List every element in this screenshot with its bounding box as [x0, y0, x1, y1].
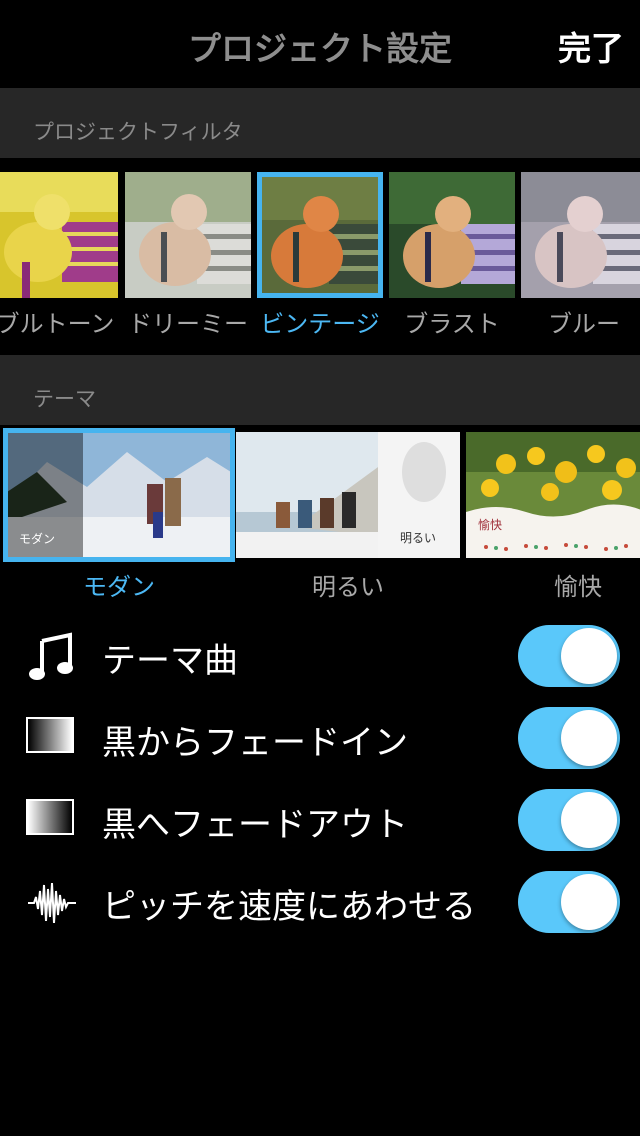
theme-label-modern: モダン: [83, 573, 155, 601]
toggle-knob: [561, 874, 617, 930]
music-note-icon: [26, 631, 78, 683]
pitch-speed-toggle[interactable]: [518, 871, 620, 933]
toggle-knob: [561, 710, 617, 766]
fade-in-toggle[interactable]: [518, 707, 620, 769]
done-button[interactable]: 完了: [558, 22, 624, 70]
toggle-knob: [561, 628, 617, 684]
setting-row-fade-in[interactable]: 黒からフェードイン: [0, 697, 640, 779]
theme-label-bright: 明るい: [312, 573, 384, 601]
setting-label-fade-out: 黒へフェードアウト: [102, 805, 408, 845]
theme-bright[interactable]: 明るい: [236, 432, 460, 558]
filter-label-blast: ブラスト: [404, 310, 500, 338]
playful-theme-thumbnail: [466, 432, 640, 558]
fade-out-toggle[interactable]: [518, 789, 620, 851]
theme-section-title: テーマ: [33, 387, 96, 411]
setting-label-pitch-speed: ピッチを速度にあわせる: [102, 887, 476, 927]
filter-carousel[interactable]: ブルトーン ドリーミー ビンテージ ブラスト ブルー: [0, 158, 640, 355]
blast-dog-thumbnail: [389, 172, 515, 298]
setting-row-pitch-speed[interactable]: ピッチを速度にあわせる: [0, 861, 640, 943]
filter-label-vintage: ビンテージ: [260, 310, 380, 338]
waveform-icon: [26, 877, 78, 929]
theme-badge-modern: モダン: [19, 532, 56, 546]
theme-playful[interactable]: 愉快: [466, 432, 640, 558]
filter-blast[interactable]: [389, 172, 515, 298]
page-title: プロジェクト設定: [188, 29, 452, 68]
filter-vintage[interactable]: [257, 172, 383, 298]
filter-section-header: プロジェクトフィルタ: [0, 88, 640, 158]
theme-carousel[interactable]: モダン モダン 明るい 明るい 愉快 愉快: [0, 425, 640, 610]
vintage-dog-thumbnail: [257, 172, 383, 298]
dreamy-dog-thumbnail: [125, 172, 251, 298]
theme-section-header: テーマ: [0, 355, 640, 425]
duotone-dog-thumbnail: [0, 172, 118, 298]
blue-dog-thumbnail: [521, 172, 640, 298]
fade-out-icon: [26, 795, 78, 847]
fade-in-icon: [26, 713, 78, 765]
theme-badge-bright: 明るい: [400, 531, 437, 545]
theme-music-toggle[interactable]: [518, 625, 620, 687]
toggle-knob: [561, 792, 617, 848]
filter-label-blue: ブルー: [548, 310, 620, 338]
setting-row-fade-out[interactable]: 黒へフェードアウト: [0, 779, 640, 861]
filter-label-dreamy: ドリーミー: [128, 310, 248, 338]
filter-dreamy[interactable]: [125, 172, 251, 298]
theme-badge-playful: 愉快: [478, 518, 503, 532]
filter-duotone[interactable]: [0, 172, 118, 298]
setting-label-fade-in: 黒からフェードイン: [102, 723, 408, 763]
filter-label-duotone: ブルトーン: [0, 310, 115, 338]
filter-section-title: プロジェクトフィルタ: [33, 120, 243, 144]
navigation-bar: プロジェクト設定 完了: [0, 0, 640, 88]
theme-label-playful: 愉快: [554, 573, 602, 601]
filter-blue[interactable]: [521, 172, 640, 298]
theme-modern[interactable]: モダン: [3, 428, 235, 562]
setting-label-theme-music: テーマ曲: [102, 641, 238, 681]
setting-row-theme-music[interactable]: テーマ曲: [0, 615, 640, 697]
